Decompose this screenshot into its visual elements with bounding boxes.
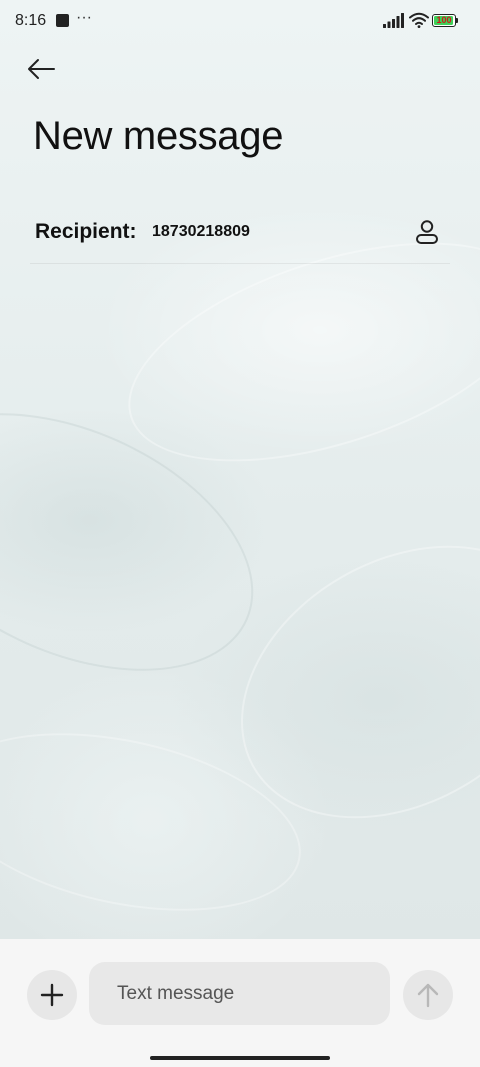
home-indicator[interactable] <box>150 1056 330 1060</box>
arrow-left-icon <box>28 59 55 79</box>
background-swirl <box>192 490 480 874</box>
back-button[interactable] <box>20 50 62 88</box>
background-swirl <box>0 703 318 941</box>
recipient-input[interactable] <box>150 218 392 246</box>
recipient-label: Recipient: <box>35 220 137 243</box>
battery-tip <box>456 18 458 23</box>
attach-button[interactable] <box>27 970 77 1020</box>
notification-square-icon <box>56 14 69 27</box>
contact-picker-button[interactable] <box>408 214 446 250</box>
plus-icon <box>40 983 64 1007</box>
battery-level: 100 <box>436 15 452 25</box>
send-button[interactable] <box>403 970 453 1020</box>
status-bar: 8:16 ··· 100 <box>0 0 480 44</box>
arrow-up-icon <box>417 983 439 1008</box>
background-swirl <box>0 361 293 723</box>
battery-icon: 100 <box>432 14 458 27</box>
recipient-divider <box>30 263 450 264</box>
signal-icon <box>383 13 404 28</box>
more-notifications-indicator: ··· <box>76 9 92 26</box>
wifi-icon <box>409 12 429 28</box>
page-title: New message <box>33 114 284 158</box>
status-time: 8:16 <box>15 12 47 29</box>
person-icon <box>416 220 438 244</box>
message-screen: 8:16 ··· 100 New message Recipient: 1873… <box>0 0 480 1067</box>
compose-bar <box>0 939 480 1067</box>
message-input[interactable] <box>89 962 390 1025</box>
recipient-row: Recipient: <box>0 200 480 264</box>
message-field <box>89 962 390 1025</box>
